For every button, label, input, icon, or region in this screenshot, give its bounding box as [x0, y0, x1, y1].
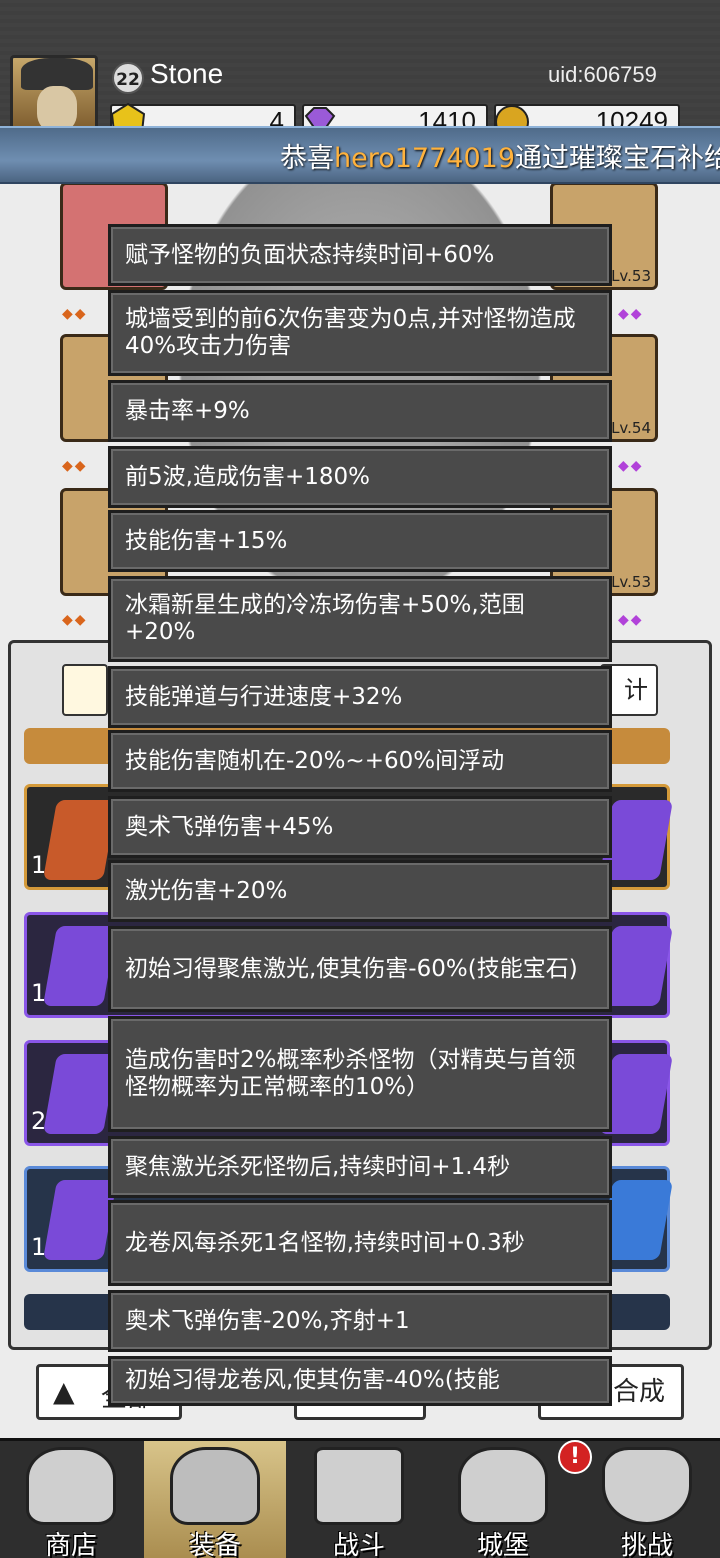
announcement-prefix: 恭喜 — [280, 143, 334, 174]
effect-item: 初始习得聚焦激光,使其伤害-60%(技能宝石) — [108, 926, 612, 1012]
filter-shirt-button[interactable] — [62, 664, 108, 716]
announcement-banner: 恭喜hero1774019通过璀璨宝石补给 — [0, 126, 720, 184]
effect-item: 城墙受到的前6次伤害变为0点,并对怪物造成40%攻击力伤害 — [108, 290, 612, 376]
effect-item: 奥术飞弹伤害-20%,齐射+1 — [108, 1290, 612, 1352]
shop-icon — [26, 1447, 116, 1525]
rarity-diamonds: ◆◆ — [62, 458, 88, 474]
effect-item: 初始习得龙卷风,使其伤害-40%(技能 — [108, 1356, 612, 1406]
slot-level: Lv.53 — [611, 267, 651, 285]
nav-shop[interactable]: 商店 — [0, 1441, 142, 1558]
effect-item: 激光伤害+20% — [108, 860, 612, 922]
effect-item: 技能伤害随机在-20%~+60%间浮动 — [108, 730, 612, 792]
nav-challenge-label: 挑战 — [620, 1531, 673, 1558]
castle-alert-badge: ! — [558, 1440, 592, 1474]
rarity-diamonds: ◆◆ — [62, 612, 88, 628]
nav-challenge[interactable]: 挑战 — [576, 1441, 718, 1558]
announcement-suffix: 通过璀璨宝石补给 — [515, 143, 720, 174]
effect-item: 赋予怪物的负面状态持续时间+60% — [108, 224, 612, 286]
effect-item: 冰霜新星生成的冷冻场伤害+50%,范围+20% — [108, 576, 612, 662]
crossed-swords-icon — [314, 1447, 404, 1525]
player-uid: uid:606759 — [548, 62, 657, 87]
nav-castle[interactable]: 城堡 — [432, 1441, 574, 1558]
effect-item: 造成伤害时2%概率秒杀怪物（对精英与首领怪物概率为正常概率的10%） — [108, 1016, 612, 1132]
slot-level: Lv.53 — [611, 573, 651, 591]
effect-item: 前5波,造成伤害+180% — [108, 446, 612, 508]
effect-item: 龙卷风每杀死1名怪物,持续时间+0.3秒 — [108, 1200, 612, 1286]
rarity-diamonds: ◆◆ — [618, 306, 644, 322]
effect-item: 暴击率+9% — [108, 380, 612, 442]
player-level-badge: 22 — [112, 62, 144, 94]
nav-battle-label: 战斗 — [332, 1531, 385, 1558]
effect-item: 聚焦激光杀死怪物后,持续时间+1.4秒 — [108, 1136, 612, 1198]
slot-level: Lv.54 — [611, 419, 651, 437]
backpack-icon — [170, 1447, 260, 1525]
announcement-player: hero1774019 — [334, 143, 515, 174]
player-avatar[interactable] — [10, 55, 98, 135]
rarity-diamonds: ◆◆ — [618, 458, 644, 474]
nav-shop-label: 商店 — [44, 1531, 97, 1558]
announcement-text: 恭喜hero1774019通过璀璨宝石补给 — [280, 136, 720, 175]
rarity-diamonds: ◆◆ — [62, 306, 88, 322]
effect-item: 技能伤害+15% — [108, 510, 612, 572]
bottom-nav: 商店 装备 战斗 城堡 挑战 — [0, 1438, 720, 1558]
nav-equipment[interactable]: 装备 — [144, 1441, 286, 1558]
rarity-diamonds: ◆◆ — [618, 612, 644, 628]
castle-icon — [458, 1447, 548, 1525]
challenge-shield-icon — [602, 1447, 692, 1525]
nav-equipment-label: 装备 — [188, 1531, 241, 1558]
effect-item: 技能弹道与行进速度+32% — [108, 666, 612, 728]
up-arrow-icon: ▲ — [53, 1375, 75, 1408]
effect-item: 奥术飞弹伤害+45% — [108, 796, 612, 858]
nav-battle[interactable]: 战斗 — [288, 1441, 430, 1558]
player-name: Stone — [150, 58, 224, 89]
nav-castle-label: 城堡 — [476, 1531, 529, 1558]
